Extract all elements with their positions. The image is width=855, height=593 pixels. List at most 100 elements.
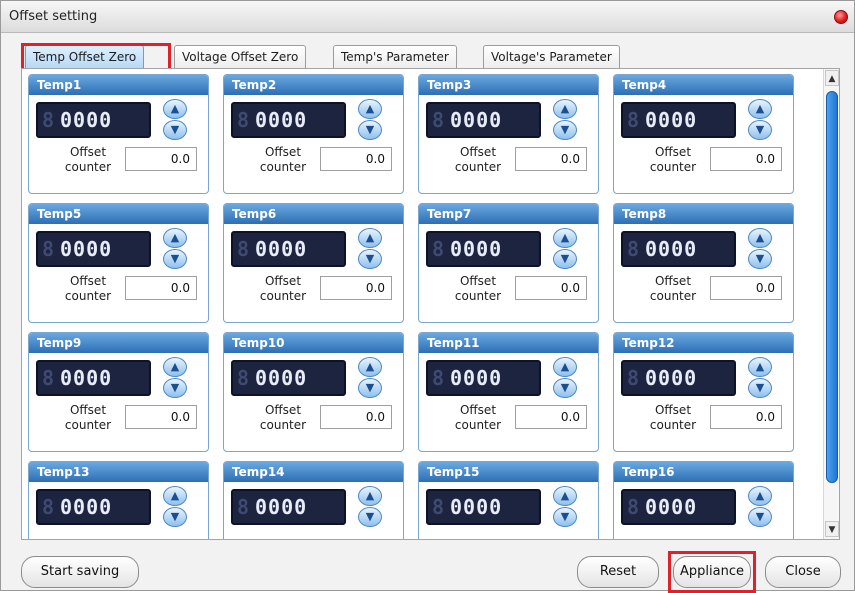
chevron-up-icon[interactable]: ▲ [358,228,382,248]
lcd-digits: 0000 [450,108,503,132]
temp-card-title: Temp13 [29,462,208,482]
chevron-up-icon[interactable]: ▲ [748,357,772,377]
chevron-up-icon[interactable]: ▲ [748,486,772,506]
chevron-down-icon[interactable]: ▼ [748,507,772,527]
appliance-highlight-box [668,551,756,593]
offset-counter-field[interactable]: 0.0 [710,405,782,429]
lcd-display: 8 0000 [426,231,541,267]
chevron-up-icon[interactable]: ▲ [163,486,187,506]
chevron-up-icon[interactable]: ▲ [553,486,577,506]
lcd-digits: 0000 [645,366,698,390]
chevron-down-icon[interactable]: ▼ [163,507,187,527]
vertical-scrollbar[interactable]: ▲ ▼ [823,69,839,539]
offset-counter-label: Offset counter [454,274,502,303]
offset-counter-field[interactable]: 0.0 [320,147,392,171]
chevron-down-icon[interactable]: ▼ [163,120,187,140]
temp-card: Temp11 8 0000 ▲ ▼ Offset counter 0.0 [418,332,599,452]
temp-card-title: Temp2 [224,75,403,95]
chevron-up-icon[interactable]: ▲ [358,99,382,119]
temp-card-title: Temp10 [224,333,403,353]
chevron-down-icon[interactable]: ▼ [748,378,772,398]
lcd-ghost-digit: 8 [432,108,445,132]
chevron-up-icon[interactable]: ▲ [163,228,187,248]
chevron-down-icon[interactable]: ▼ [358,249,382,269]
chevron-up-icon[interactable]: ▲ [163,357,187,377]
chevron-down-icon[interactable]: ▼ [748,249,772,269]
chevron-up-icon[interactable]: ▲ [748,99,772,119]
lcd-display: 8 0000 [621,231,736,267]
chevron-down-icon[interactable]: ▼ [358,507,382,527]
chevron-down-icon[interactable]: ▼ [553,120,577,140]
chevron-up-icon[interactable]: ▲ [748,228,772,248]
temp-card-title: Temp1 [29,75,208,95]
scroll-thumb[interactable] [826,91,838,483]
lcd-digits: 0000 [60,366,113,390]
temp-card: Temp15 8 0000 ▲ ▼ [418,461,599,539]
offset-counter-field[interactable]: 0.0 [320,276,392,300]
start-saving-button[interactable]: Start saving [21,556,139,588]
lcd-display: 8 0000 [231,102,346,138]
lcd-digits: 0000 [450,237,503,261]
lcd-display: 8 0000 [36,360,151,396]
offset-counter-label: Offset counter [649,274,697,303]
temp-card: Temp3 8 0000 ▲ ▼ Offset counter 0.0 [418,74,599,194]
lcd-ghost-digit: 8 [432,366,445,390]
scroll-down-button[interactable]: ▼ [825,521,839,537]
lcd-digits: 0000 [60,495,113,519]
temp-card-title: Temp14 [224,462,403,482]
chevron-up-icon[interactable]: ▲ [163,99,187,119]
chevron-up-icon[interactable]: ▲ [553,228,577,248]
offset-counter-field[interactable]: 0.0 [125,405,197,429]
chevron-up-icon[interactable]: ▲ [358,357,382,377]
reset-button[interactable]: Reset [577,556,659,588]
lcd-digits: 0000 [645,495,698,519]
temp-card: Temp2 8 0000 ▲ ▼ Offset counter 0.0 [223,74,404,194]
temp-card-title: Temp8 [614,204,793,224]
lcd-ghost-digit: 8 [627,495,640,519]
chevron-down-icon[interactable]: ▼ [748,120,772,140]
lcd-digits: 0000 [255,108,308,132]
chevron-down-icon[interactable]: ▼ [553,249,577,269]
offset-counter-field[interactable]: 0.0 [515,276,587,300]
close-window-icon[interactable] [834,10,848,24]
offset-counter-field[interactable]: 0.0 [710,276,782,300]
temp-card: Temp6 8 0000 ▲ ▼ Offset counter 0.0 [223,203,404,323]
offset-counter-field[interactable]: 0.0 [515,405,587,429]
tab-temp-offset-zero[interactable]: Temp Offset Zero [25,45,145,69]
chevron-up-icon[interactable]: ▲ [553,357,577,377]
chevron-down-icon[interactable]: ▼ [358,120,382,140]
lcd-display: 8 0000 [426,102,541,138]
lcd-display: 8 0000 [36,489,151,525]
lcd-ghost-digit: 8 [627,237,640,261]
chevron-up-icon[interactable]: ▲ [553,99,577,119]
scroll-up-button[interactable]: ▲ [825,70,839,86]
lcd-display: 8 0000 [36,231,151,267]
offset-counter-field[interactable]: 0.0 [125,147,197,171]
temp-card-title: Temp7 [419,204,598,224]
offset-counter-field[interactable]: 0.0 [515,147,587,171]
chevron-down-icon[interactable]: ▼ [553,507,577,527]
chevron-up-icon[interactable]: ▲ [358,486,382,506]
chevron-down-icon[interactable]: ▼ [163,378,187,398]
offset-counter-field[interactable]: 0.0 [710,147,782,171]
lcd-ghost-digit: 8 [42,108,55,132]
tab-temps-parameter[interactable]: Temp's Parameter [333,45,457,69]
temp-card: Temp9 8 0000 ▲ ▼ Offset counter 0.0 [28,332,209,452]
chevron-down-icon[interactable]: ▼ [358,378,382,398]
temp-card: Temp1 8 0000 ▲ ▼ Offset counter 0.0 [28,74,209,194]
temp-card: Temp8 8 0000 ▲ ▼ Offset counter 0.0 [613,203,794,323]
lcd-display: 8 0000 [36,102,151,138]
tab-voltage-offset-zero[interactable]: Voltage Offset Zero [174,45,307,69]
lcd-digits: 0000 [60,108,113,132]
lcd-digits: 0000 [450,366,503,390]
temp-card: Temp12 8 0000 ▲ ▼ Offset counter 0.0 [613,332,794,452]
offset-counter-label: Offset counter [259,145,307,174]
tab-voltages-parameter[interactable]: Voltage's Parameter [483,45,620,69]
chevron-down-icon[interactable]: ▼ [163,249,187,269]
chevron-down-icon[interactable]: ▼ [553,378,577,398]
lcd-digits: 0000 [255,495,308,519]
lcd-digits: 0000 [645,108,698,132]
offset-counter-field[interactable]: 0.0 [125,276,197,300]
close-button[interactable]: Close [765,556,841,588]
offset-counter-field[interactable]: 0.0 [320,405,392,429]
